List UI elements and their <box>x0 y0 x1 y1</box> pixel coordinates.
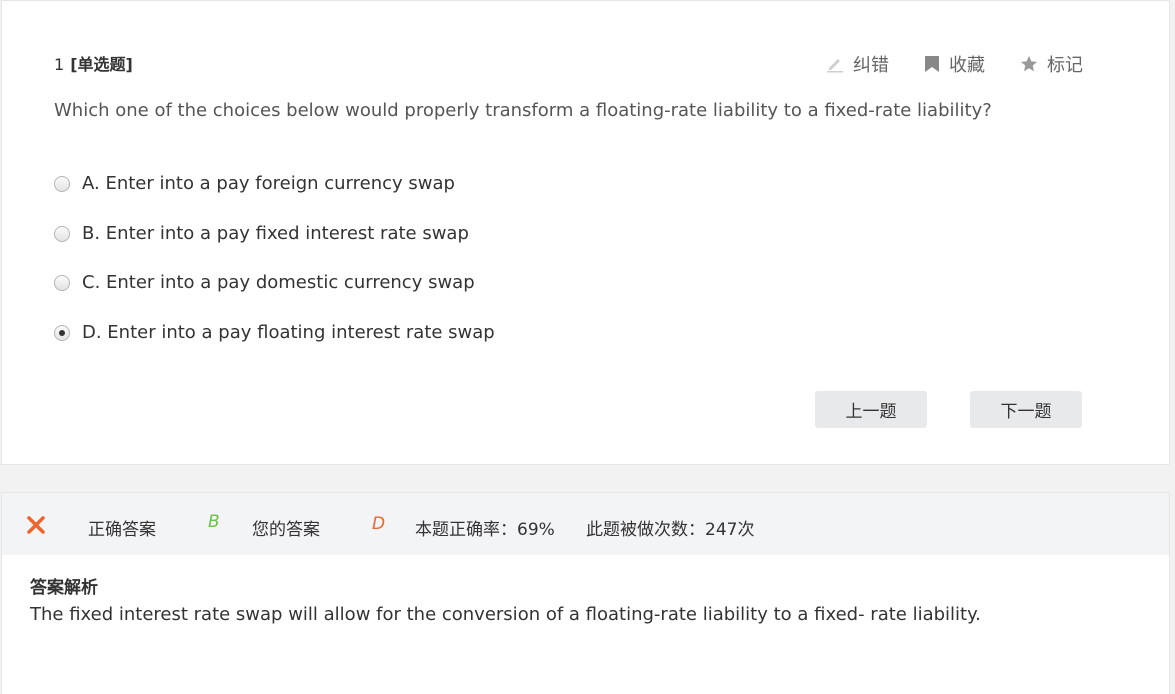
pencil-icon <box>825 54 845 74</box>
option-b[interactable]: B. Enter into a pay fixed interest rate … <box>54 223 469 244</box>
question-header: 1 [单选题] <box>54 51 133 75</box>
option-d[interactable]: D. Enter into a pay floating interest ra… <box>54 322 495 343</box>
option-d-label: D. Enter into a pay floating interest ra… <box>82 322 495 343</box>
option-a-radio[interactable] <box>54 175 70 192</box>
favorite-button[interactable]: 收藏 <box>923 51 985 77</box>
option-a-label: A. Enter into a pay foreign currency swa… <box>82 173 455 194</box>
option-c-radio[interactable] <box>54 274 70 291</box>
question-number: 1 <box>54 55 65 74</box>
option-d-radio[interactable] <box>54 324 70 341</box>
result-panel: 正确答案 B 您的答案 D 本题正确率：69% 此题被做次数：247次 答案解析… <box>1 492 1170 694</box>
question-stem: Which one of the choices below would pro… <box>54 100 992 121</box>
favorite-label: 收藏 <box>949 55 985 76</box>
question-card: 1 [单选题] 纠错 收藏 标记 Which one of the choices… <box>1 0 1170 465</box>
question-actions: 纠错 收藏 标记 <box>825 51 1083 77</box>
option-b-label: B. Enter into a pay fixed interest rate … <box>82 223 469 244</box>
option-b-radio[interactable] <box>54 225 70 242</box>
your-answer-value: D <box>372 514 386 534</box>
correct-answer-label: 正确答案 <box>88 520 156 540</box>
option-c-label: C. Enter into a pay domestic currency sw… <box>82 272 475 293</box>
explanation-text: The fixed interest rate swap will allow … <box>30 604 981 625</box>
accuracy-rate: 本题正确率：69% <box>415 520 555 540</box>
mark-label: 标记 <box>1047 55 1083 76</box>
result-bar: 正确答案 B 您的答案 D 本题正确率：69% 此题被做次数：247次 <box>2 493 1169 555</box>
star-icon <box>1019 54 1039 74</box>
correct-error-button[interactable]: 纠错 <box>825 51 889 77</box>
bookmark-icon <box>923 54 941 74</box>
your-answer-label: 您的答案 <box>252 520 320 540</box>
x-icon <box>26 515 46 540</box>
next-question-button[interactable]: 下一题 <box>970 391 1082 428</box>
mark-button[interactable]: 标记 <box>1019 51 1083 77</box>
correct-answer-value: B <box>208 512 220 532</box>
option-c[interactable]: C. Enter into a pay domestic currency sw… <box>54 272 475 293</box>
question-type: [单选题] <box>70 55 133 74</box>
attempt-count: 此题被做次数：247次 <box>586 520 755 540</box>
correct-error-label: 纠错 <box>853 55 889 76</box>
option-a[interactable]: A. Enter into a pay foreign currency swa… <box>54 173 455 194</box>
prev-question-button[interactable]: 上一题 <box>815 391 927 428</box>
explanation-title: 答案解析 <box>30 578 98 598</box>
